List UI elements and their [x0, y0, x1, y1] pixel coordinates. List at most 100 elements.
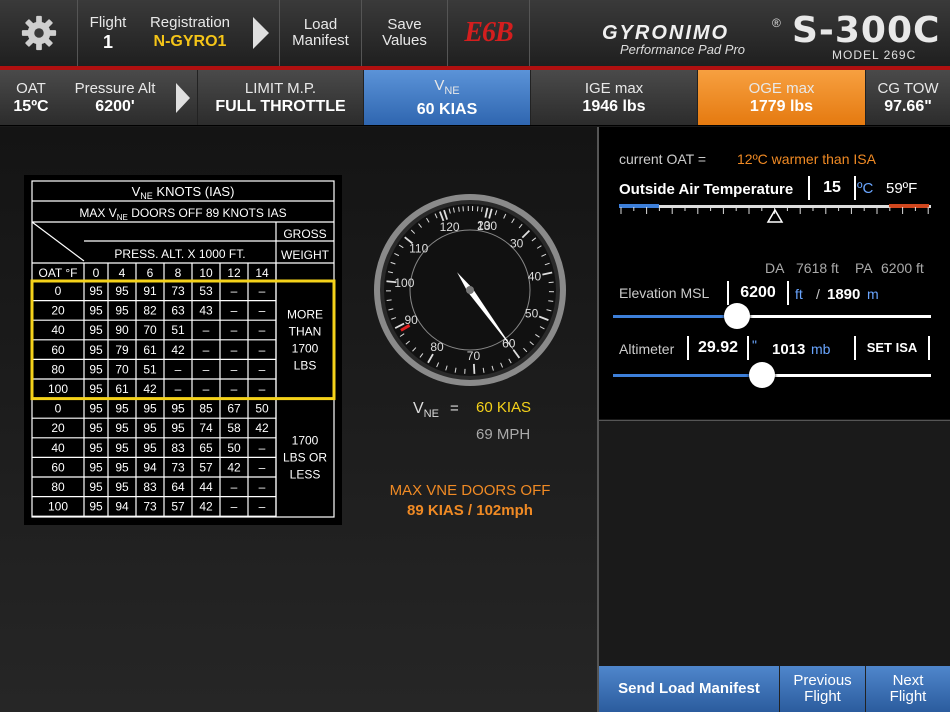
gear-icon: [21, 15, 56, 51]
set-isa-label: SET ISA: [866, 340, 918, 355]
table-cell: –: [231, 480, 238, 494]
table-cell: 95: [89, 304, 103, 318]
oat-fahrenheit-value: 59ºF: [886, 180, 918, 197]
oge-max-cell[interactable]: OGE max 1779 lbs: [698, 70, 866, 125]
flight-next-arrow-button[interactable]: [242, 0, 280, 66]
table-cell: 0: [55, 402, 62, 416]
table-cell: 94: [143, 460, 157, 474]
alt-column-header: 4: [119, 266, 126, 280]
load-manifest-line2: Manifest: [292, 32, 349, 49]
table-cell: 95: [89, 343, 103, 357]
table-cell: 70: [115, 362, 129, 376]
gauge-tick: [548, 300, 554, 302]
oat-celsius-unit: ºC: [857, 180, 874, 197]
send-load-manifest-button[interactable]: Send Load Manifest: [599, 666, 780, 712]
vne-table-graphic: VNE KNOTS (IAS) MAX VNE DOORS OFF 89 KNOT…: [30, 180, 336, 518]
da-value: 7618 ft: [796, 260, 839, 276]
oat-header: OAT °F: [38, 266, 77, 280]
table-cell: 95: [115, 304, 129, 318]
elevation-m-value: 1890: [827, 286, 861, 303]
gauge-scale-label: 120: [440, 220, 460, 234]
table-cell: 70: [143, 323, 157, 337]
table-cell: –: [259, 480, 266, 494]
gauge-tick: [386, 299, 392, 302]
pressure-alt-cell[interactable]: Pressure Alt 6200': [62, 70, 168, 125]
table-cell: –: [203, 323, 210, 337]
elevation-slider-fill: [613, 315, 738, 318]
table-cell: 83: [143, 480, 157, 494]
oat-cell[interactable]: OAT 15ºC: [0, 70, 62, 125]
previous-flight-button[interactable]: Previous Flight: [780, 666, 866, 712]
gauge-scale-label: 90: [405, 313, 419, 327]
weight-group-label: LESS: [290, 467, 321, 481]
da-label: DA: [765, 260, 785, 276]
altimeter-inhg-field[interactable]: 29.92: [687, 336, 749, 360]
limit-mp-cell[interactable]: LIMIT M.P. FULL THROTTLE: [198, 70, 364, 125]
play-arrow-icon: [175, 82, 190, 113]
cg-tow-cell[interactable]: CG TOW 97.66": [866, 70, 950, 125]
bottom-button-bar: Send Load Manifest Previous Flight Next …: [599, 666, 950, 712]
vne-label-sub: NE: [444, 84, 460, 97]
altimeter-slider[interactable]: [613, 362, 931, 388]
cg-tow-value: 97.66": [884, 97, 932, 115]
previous-flight-line2: Flight: [804, 688, 841, 705]
table-cell: –: [231, 500, 238, 514]
table-cell: 95: [115, 421, 129, 435]
table-cell: 61: [115, 382, 129, 396]
settings-button[interactable]: [0, 0, 78, 66]
registered-mark: ®: [772, 16, 781, 30]
table-cell: 100: [48, 382, 68, 396]
airspeed-gauge: 1302030405060708090100110120: [362, 186, 582, 386]
save-values-line1: Save: [387, 16, 422, 33]
table-cell: 95: [143, 402, 157, 416]
registration-label: Registration: [149, 13, 231, 31]
elevation-slider[interactable]: [613, 303, 931, 329]
table-cell: 95: [115, 402, 129, 416]
table-cell: 95: [89, 500, 103, 514]
elevation-ft-field[interactable]: 6200: [727, 281, 789, 305]
table-cell: 43: [199, 304, 213, 318]
previous-flight-line1: Previous: [793, 672, 852, 689]
table-cell: 95: [89, 323, 103, 337]
flight-label: Flight: [89, 13, 127, 31]
table-cell: 63: [171, 304, 185, 318]
table-cell: 91: [143, 284, 157, 298]
table-cell: –: [259, 500, 266, 514]
alt-column-header: 6: [147, 266, 154, 280]
table-cell: 67: [227, 402, 241, 416]
registration-value: N-GYRO1: [153, 32, 227, 50]
oat-celsius-field[interactable]: 15: [808, 176, 856, 200]
table-cell: 40: [51, 323, 65, 337]
gauge-scale-label: 50: [525, 307, 539, 321]
status-arrow-button[interactable]: [168, 70, 198, 125]
elevation-slider-knob[interactable]: [724, 303, 751, 329]
pressure-alt-value: 6200': [95, 97, 135, 115]
elevation-label: Elevation MSL: [619, 285, 710, 301]
weight-group-label: LBS: [294, 358, 317, 372]
table-cell: 44: [199, 480, 213, 494]
table-cell: 42: [199, 500, 213, 514]
registration-indicator[interactable]: Registration N-GYRO1: [138, 0, 242, 66]
vne-label: VNE: [434, 77, 459, 100]
set-isa-button[interactable]: SET ISA: [854, 336, 930, 360]
e6b-logo: E6B: [464, 17, 513, 48]
flight-indicator[interactable]: Flight 1: [78, 0, 138, 66]
table-cell: –: [259, 441, 266, 455]
vne-cell[interactable]: VNE 60 KIAS: [364, 70, 531, 125]
table-cell: 82: [143, 304, 157, 318]
table-cell: 42: [255, 421, 269, 435]
save-values-button[interactable]: Save Values: [362, 0, 448, 66]
next-flight-button[interactable]: Next Flight: [866, 666, 950, 712]
load-manifest-button[interactable]: Load Manifest: [280, 0, 362, 66]
e6b-button[interactable]: E6B: [448, 0, 530, 66]
model-logo: S-300C MODEL 269C: [792, 10, 942, 64]
altimeter-slider-knob[interactable]: [749, 362, 776, 388]
alt-column-header: 12: [227, 266, 241, 280]
elevation-ft-unit: ft: [795, 286, 803, 302]
ige-max-cell[interactable]: IGE max 1946 lbs: [531, 70, 698, 125]
table-cell: –: [231, 284, 238, 298]
gauge-scale-label: 30: [510, 236, 524, 250]
vne-limits-table: VNE KNOTS (IAS) MAX VNE DOORS OFF 89 KNOT…: [24, 175, 342, 525]
status-bar: OAT 15ºC Pressure Alt 6200' LIMIT M.P. F…: [0, 70, 950, 126]
oat-temperature-slider[interactable]: [619, 202, 931, 226]
